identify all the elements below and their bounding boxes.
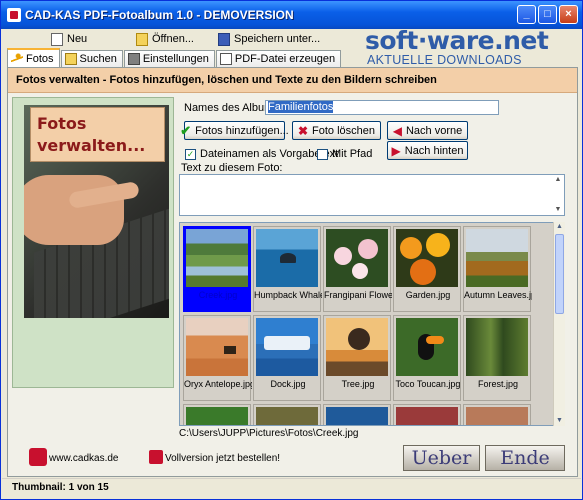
person-running-icon <box>11 52 23 65</box>
move-forward-button[interactable]: ◀ Nach vorne <box>387 121 468 140</box>
search-folder-icon <box>64 53 77 65</box>
settings-icon <box>127 53 140 65</box>
tab-fotos[interactable]: Fotos <box>7 48 60 67</box>
scroll-up-arrow[interactable]: ▲ <box>553 175 563 185</box>
move-back-label: Nach hinten <box>404 144 464 157</box>
add-photos-button[interactable]: ✔ Fotos hinzufügen... <box>180 121 289 140</box>
thumbnail-grid[interactable]: Creek.jpg Humpback Whale Frangipani Flow… <box>179 222 554 426</box>
scroll-down-arrow[interactable]: ▼ <box>553 205 563 215</box>
thumbnail-scrollbar[interactable]: ▲ ▼ <box>553 222 565 426</box>
arrow-left-icon: ◀ <box>392 123 402 138</box>
thumbnail-item[interactable]: Tree.jpg <box>323 315 391 401</box>
thumbnail-item[interactable]: Humpback Whale <box>253 226 322 312</box>
tab-suchen-label: Suchen <box>79 53 117 65</box>
tab-einstellungen-label: Einstellungen <box>142 53 209 65</box>
menu-save-as[interactable]: Speichern unter... <box>218 31 320 47</box>
status-bar: Thumbnail: 1 von 15 <box>2 478 581 499</box>
checkmark-icon: ✔ <box>180 122 192 138</box>
order-full-version-label: Vollversion jetzt bestellen! <box>165 453 281 464</box>
menu-new-label: Neu <box>67 33 88 45</box>
thumbnail-item[interactable]: Oryx Antelope.jpg <box>183 315 252 401</box>
tab-pdf-label: PDF-Datei erzeugen <box>234 53 336 65</box>
thumbnail-item[interactable] <box>323 404 391 425</box>
tab-strip: Fotos Suchen Einstellungen PDF-Datei erz… <box>7 48 342 68</box>
minimize-button[interactable]: _ <box>517 5 536 24</box>
tab-suchen[interactable]: Suchen <box>60 50 123 67</box>
thumbnail-item[interactable]: Dock.jpg <box>253 315 321 401</box>
illustration-photo: Fotos verwalten... <box>24 105 169 318</box>
delete-photo-button[interactable]: ✖ Foto löschen <box>292 121 381 140</box>
tab-einstellungen[interactable]: Einstellungen <box>123 50 215 67</box>
scrollbar-thumb[interactable] <box>555 234 564 314</box>
open-folder-icon <box>136 32 148 46</box>
tab-pdf[interactable]: PDF-Datei erzeugen <box>215 50 342 67</box>
move-back-button[interactable]: ▶ Nach hinten <box>387 141 468 160</box>
filename-as-text-checkbox[interactable]: ✓ Dateinamen als Vorgabetext <box>185 148 338 160</box>
cadkas-logo-icon <box>29 448 47 466</box>
website-link-label: www.cadkas.de <box>49 453 119 464</box>
close-button[interactable]: × <box>559 5 578 24</box>
selected-photo-path: C:\Users\JUPP\Pictures\Fotos\Creek.jpg <box>179 428 359 439</box>
with-path-checkbox[interactable]: Mit Pfad <box>317 148 372 160</box>
section-header: Fotos verwalten - Fotos hinzufügen, lösc… <box>8 68 577 93</box>
section-header-text: Fotos verwalten - Fotos hinzufügen, lösc… <box>16 74 437 86</box>
maximize-button[interactable]: □ <box>538 5 557 24</box>
album-name-value: Familienfotos <box>268 101 334 113</box>
brand-logo: soft·ware.net <box>365 26 549 55</box>
save-disk-icon <box>218 32 230 46</box>
thumbnail-item[interactable] <box>253 404 321 425</box>
thumbnail-item[interactable]: Toco Toucan.jpg <box>393 315 461 401</box>
window-title: CAD-KAS PDF-Fotoalbum 1.0 - DEMOVERSION <box>25 8 294 22</box>
status-text: Thumbnail: 1 von 15 <box>12 482 109 493</box>
end-button[interactable]: Ende <box>485 445 565 471</box>
album-name-input[interactable]: Familienfotos <box>265 100 499 115</box>
brand-tagline: AKTUELLE DOWNLOADS <box>367 53 522 67</box>
app-icon <box>7 8 21 22</box>
with-path-label: Mit Pfad <box>332 148 373 160</box>
thumbnail-item[interactable]: Autumn Leaves.jp <box>463 226 532 312</box>
thumbnail-item[interactable]: Creek.jpg <box>183 226 251 312</box>
thumbnail-item[interactable]: Frangipani Flower <box>323 226 392 312</box>
delete-photo-label: Foto löschen <box>312 124 376 137</box>
brand-watermark: soft·ware.net AKTUELLE DOWNLOADS <box>363 26 578 68</box>
add-photos-label: Fotos hinzufügen... <box>195 124 289 137</box>
pdf-document-icon <box>219 53 232 65</box>
cart-icon <box>149 450 163 464</box>
with-path-box[interactable] <box>317 148 328 160</box>
scroll-down-arrow[interactable]: ▼ <box>555 416 564 426</box>
photo-text-area[interactable]: ▲ ▼ <box>179 174 565 216</box>
menu-save-as-label: Speichern unter... <box>234 33 321 45</box>
thumbnail-item[interactable]: Garden.jpg <box>393 226 461 312</box>
new-document-icon <box>51 32 63 46</box>
title-bar[interactable]: CAD-KAS PDF-Fotoalbum 1.0 - DEMOVERSION … <box>1 1 582 29</box>
menu-open[interactable]: Öffnen... <box>136 31 194 47</box>
illustration-caption-box: Fotos verwalten... <box>30 107 165 162</box>
scroll-up-arrow[interactable]: ▲ <box>555 222 564 232</box>
app-window: CAD-KAS PDF-Fotoalbum 1.0 - DEMOVERSION … <box>0 0 583 500</box>
arrow-right-icon: ▶ <box>391 143 401 158</box>
thumbnail-item[interactable] <box>183 404 251 425</box>
photo-text-label: Text zu diesem Foto: <box>181 162 283 174</box>
thumbnail-item[interactable]: Forest.jpg <box>463 315 531 401</box>
menu-open-label: Öffnen... <box>152 33 194 45</box>
filename-as-text-box[interactable]: ✓ <box>185 148 196 160</box>
delete-x-icon: ✖ <box>297 123 309 138</box>
tab-fotos-label: Fotos <box>26 52 54 65</box>
thumbnail-item[interactable] <box>393 404 461 425</box>
menu-new[interactable]: Neu <box>51 31 87 47</box>
about-button[interactable]: Ueber <box>403 445 480 471</box>
illustration-caption: Fotos verwalten... <box>37 114 146 155</box>
menu-bar: Neu Öffnen... Speichern unter... <box>5 30 365 48</box>
thumbnail-item[interactable] <box>463 404 531 425</box>
move-forward-label: Nach vorne <box>405 124 463 137</box>
illustration-panel: Fotos verwalten... <box>12 97 174 388</box>
